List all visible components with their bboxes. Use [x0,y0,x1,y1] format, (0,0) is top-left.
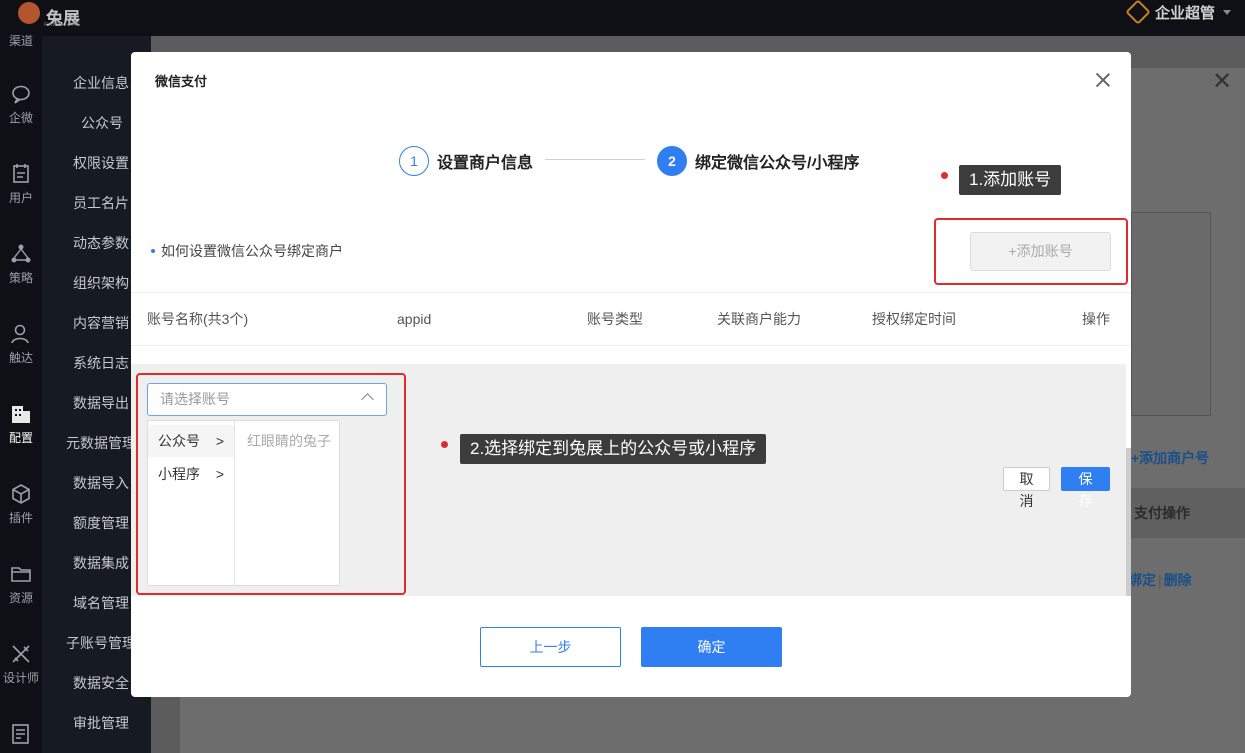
user-card-icon [13,164,29,183]
sidebar-item-strategy[interactable]: 策略 [0,243,42,303]
main-sidebar: 渠道 企微 用户 策略 触达 配置 插件 资源 设计师 [0,34,42,753]
sidebar-item-resources[interactable]: 资源 [0,563,42,623]
sidebar-item-label: 资源 [8,591,33,605]
background-row-actions: 绑定 | 删除 [1128,572,1192,588]
background-close-icon[interactable]: ✕ [1212,70,1236,94]
subnav-item[interactable]: 审批管理 [42,713,151,733]
table-header: 账号名称(共3个) appid 账号类型 关联商户能力 授权绑定时间 操作 [131,292,1131,346]
sidebar-item-label: 用户 [8,191,33,205]
logo-subtext: RABBITPRE [44,22,82,28]
delete-link[interactable]: 删除 [1164,572,1192,588]
vip-diamond-icon [1125,0,1151,25]
step-label: 设置商户信息 [437,155,534,172]
person-icon [11,324,29,344]
sidebar-item-label: 插件 [8,511,33,525]
modal-title: 微信支付 [155,74,208,89]
sidebar-item-reach[interactable]: 触达 [0,323,42,383]
add-merchant-link[interactable]: +添加商户号 [1131,448,1209,468]
strategy-icon [11,244,31,263]
sidebar-item-label: 渠道 [8,34,33,48]
sidebar-item-label: 企微 [8,111,33,125]
sidebar-item-label: 触达 [8,351,33,365]
highlight-box-select [136,373,406,595]
annotation-select-account: 2.选择绑定到兔展上的公众号或小程序 [460,434,767,464]
rabbit-logo-icon [18,2,40,24]
sidebar-item-plugins[interactable]: 插件 [0,483,42,543]
help-link-text: 如何设置微信公众号绑定商户 [161,243,343,259]
folder-icon [11,567,31,582]
step-connector [545,159,645,160]
chat-bubble-icon [12,85,30,104]
sidebar-item-channel[interactable]: 渠道 [0,32,42,52]
row-save-button[interactable]: 保 存 [1061,467,1110,509]
user-role: 企业超管 [1154,4,1215,22]
column-header: appid [397,311,432,327]
logo[interactable]: 兔展 RABBITPRE [14,0,104,30]
step-1: 1 设置商户信息 [399,146,533,176]
column-header: 操作 [1082,311,1110,327]
column-header: 授权绑定时间 [872,311,956,327]
sidebar-item-wecom[interactable]: 企微 [0,83,42,143]
column-header: 账号名称(共3个) [147,311,249,327]
wechat-pay-modal: 微信支付 1 设置商户信息 2 绑定微信公众号/小程序 1.添加账号 如何设置微… [131,52,1131,697]
add-account-button[interactable]: +添加账号 [970,232,1111,271]
user-menu[interactable]: 企业超管 [1125,0,1231,25]
column-header: 账号类型 [587,311,643,327]
column-header: 关联商户能力 [717,311,801,327]
row-cancel-button[interactable]: 取 消 [1003,467,1050,509]
bullet-dot-icon [151,249,155,253]
sidebar-item-users[interactable]: 用户 [0,163,42,223]
sidebar-item-label: 配置 [8,431,33,445]
background-card [1131,212,1211,416]
help-link[interactable]: 如何设置微信公众号绑定商户 [151,241,343,261]
bind-link[interactable]: 绑定 [1128,572,1156,588]
scrollbar[interactable] [1126,448,1131,596]
step-label: 绑定微信公众号/小程序 [695,155,860,172]
pay-ops-header: 支付操作 [1131,488,1245,538]
sidebar-item-document[interactable] [0,723,42,753]
step-2: 2 绑定微信公众号/小程序 [657,146,859,176]
confirm-button[interactable]: 确定 [641,627,782,667]
annotation-dot [441,441,448,448]
sidebar-item-label: 策略 [8,271,33,285]
step-number: 1 [399,146,429,176]
previous-step-button[interactable]: 上一步 [480,627,621,667]
document-icon [12,724,29,744]
sidebar-item-designer[interactable]: 设计师 [0,643,42,703]
sidebar-item-label: 设计师 [2,671,39,685]
top-bar: 兔展 RABBITPRE 企业超管 [0,0,1245,36]
chevron-down-icon [1223,9,1231,15]
step-number: 2 [657,146,687,176]
cube-icon [12,484,30,504]
building-icon [12,406,30,423]
annotation-dot [941,172,948,179]
annotation-add-account: 1.添加账号 [959,165,1062,195]
design-icon [12,645,30,663]
sidebar-item-config[interactable]: 配置 [0,403,42,463]
close-icon[interactable] [1093,70,1113,90]
